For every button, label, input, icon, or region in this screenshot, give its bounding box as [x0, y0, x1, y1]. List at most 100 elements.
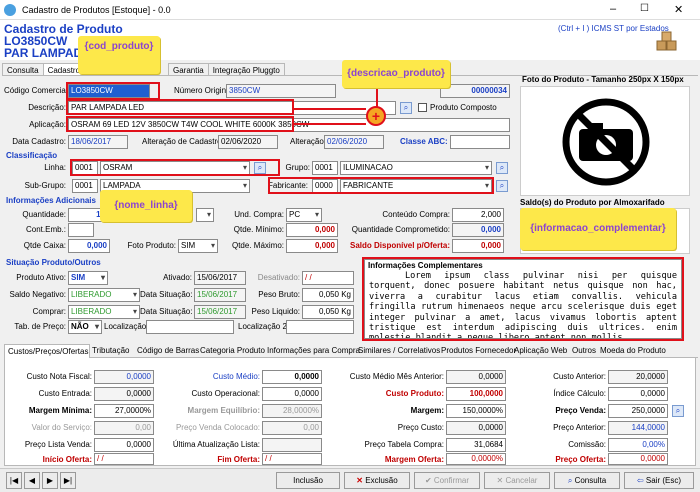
- qmax-label: Qtde. Máximo:: [231, 241, 284, 250]
- data-sit1-label: Data Situação:: [140, 290, 193, 299]
- custo-nota-field[interactable]: 0,0000: [94, 370, 154, 384]
- fim-oferta-field[interactable]: / /: [262, 453, 322, 465]
- inclusao-button[interactable]: Inclusão: [276, 472, 340, 489]
- composto-label: Produto Composto: [430, 103, 497, 112]
- und-compra-select[interactable]: PC: [286, 208, 322, 222]
- tab-moeda[interactable]: Moeda do Produto: [600, 346, 666, 355]
- localizacao-field[interactable]: [146, 320, 234, 334]
- check-icon: ✔: [424, 476, 434, 485]
- comissao-label: Comissão:: [568, 440, 606, 449]
- conteudo-compra-field[interactable]: 2,000: [452, 208, 504, 222]
- data-situacao2-field[interactable]: 15/06/2017: [194, 305, 246, 319]
- custo-operacional-field[interactable]: 0,0000: [262, 387, 322, 401]
- delete-icon: ✕: [356, 476, 366, 485]
- custo-medio-field[interactable]: 0,0000: [262, 370, 322, 384]
- photo-frame[interactable]: [520, 86, 690, 196]
- margem-minima-field[interactable]: 27,0000%: [94, 404, 154, 418]
- valor-servico-field[interactable]: 0,00: [94, 421, 154, 435]
- comissao-field[interactable]: 0,00%: [608, 438, 668, 452]
- custo-entrada-field[interactable]: 0,0000: [94, 387, 154, 401]
- classe-abc-field[interactable]: [450, 135, 510, 149]
- search-icon[interactable]: ⌕: [672, 405, 684, 417]
- tab-custos-precos[interactable]: Custos/Preços/Ofertas: [4, 344, 90, 358]
- nav-prev-button[interactable]: ◀: [24, 472, 40, 489]
- alteracao-field[interactable]: 02/06/2020: [324, 135, 384, 149]
- foto-label: Foto Produto:: [127, 241, 176, 250]
- highlight-aplicacao: [66, 116, 294, 132]
- exclusao-button[interactable]: ✕ Exclusão: [344, 472, 410, 489]
- boxes-icon: [656, 30, 678, 52]
- preco-oferta-field[interactable]: 0,0000: [608, 453, 668, 465]
- data-cadastro-field[interactable]: 18/06/2017: [68, 135, 128, 149]
- title-bar: Cadastro de Produtos [Estoque] - 0.0 – ☐…: [0, 0, 700, 20]
- tab-categoria[interactable]: Categoria Produto: [200, 346, 265, 355]
- num-original-field[interactable]: 3850CW: [226, 84, 336, 98]
- highlight-descricao: [66, 99, 294, 115]
- ativo-label: Produto Ativo:: [16, 273, 66, 282]
- search-icon: ⌕: [567, 476, 575, 485]
- sair-button[interactable]: ⇦ Sair (Esc): [624, 472, 694, 489]
- margem-oferta-label: Margem Oferta:: [384, 455, 444, 464]
- linha-label: Linha:: [44, 163, 66, 172]
- tab-preco-select[interactable]: NÃO: [68, 320, 102, 334]
- saldo-title: Saldo(s) do Produto por Almoxarifado: [520, 198, 665, 207]
- ativado-field[interactable]: 15/06/2017: [194, 271, 246, 285]
- grupo-name-field[interactable]: ILUMINACAO: [340, 161, 492, 175]
- alt-cadastro-field[interactable]: 02/06/2020: [218, 135, 278, 149]
- nav-first-button[interactable]: |◀: [6, 472, 22, 489]
- peso-bruto-field[interactable]: 0,050 Kg: [302, 288, 354, 302]
- minimize-icon[interactable]: –: [610, 3, 616, 15]
- entrada-label: Custo Entrada:: [38, 389, 92, 398]
- tab-outros[interactable]: Outros: [572, 346, 596, 355]
- qtde-caixa-field[interactable]: 0,000: [68, 239, 110, 253]
- preco-venda-colocado-field: 0,00: [262, 421, 322, 435]
- peso-liquido-field[interactable]: 0,050 Kg: [302, 305, 354, 319]
- tab-aplicacao-web[interactable]: Aplicação Web: [514, 346, 567, 355]
- comprometido-label: Quantidade Comprometido:: [351, 225, 450, 234]
- callout-informacao-complementar: {informacao_complementar}: [520, 208, 676, 250]
- tab-tributacao[interactable]: Tributação: [92, 346, 130, 355]
- cont-emb-field[interactable]: [68, 223, 94, 237]
- search-icon[interactable]: ⌕: [496, 162, 508, 174]
- data-situacao1-field[interactable]: 15/06/2017: [194, 288, 246, 302]
- grupo-code-field[interactable]: 0001: [312, 161, 338, 175]
- margem-label: Margem:: [410, 406, 444, 415]
- quantidade-select[interactable]: [196, 208, 214, 222]
- tab-info-compra[interactable]: Informações para Compra: [267, 346, 360, 355]
- qtde-maximo-field[interactable]: 0,000: [286, 239, 338, 253]
- tab-fornecedor[interactable]: Produtos Fornecedor: [441, 346, 516, 355]
- comprar-select[interactable]: LIBERADO: [68, 305, 140, 319]
- margem-oferta-field[interactable]: 0,0000%: [446, 453, 506, 465]
- anterior-label: Custo Anterior:: [553, 372, 606, 381]
- margem-field[interactable]: 150,0000%: [446, 404, 506, 418]
- indice-calculo-field[interactable]: 0,0000: [608, 387, 668, 401]
- foto-produto-select[interactable]: SIM: [178, 239, 218, 253]
- search-icon[interactable]: ⌕: [400, 102, 412, 114]
- localizacao2-field[interactable]: [286, 320, 354, 334]
- search-icon[interactable]: ⌕: [496, 180, 508, 192]
- confirmar-button[interactable]: ✔ Confirmar: [414, 472, 480, 489]
- close-icon[interactable]: ✕: [674, 3, 683, 16]
- cont-label: Cont.Emb.:: [25, 225, 66, 234]
- lista-venda-label: Preço Lista Venda:: [24, 440, 92, 449]
- desativado-field[interactable]: / /: [302, 271, 354, 285]
- produto-ativo-select[interactable]: SIM: [68, 271, 108, 285]
- maximize-icon[interactable]: ☐: [640, 3, 649, 14]
- tabela-compra-field[interactable]: 31,0684: [446, 438, 506, 452]
- nav-last-button[interactable]: ▶|: [60, 472, 76, 489]
- saldo-negativo-select[interactable]: LIBERADO: [68, 288, 140, 302]
- lista-venda-field[interactable]: 0,0000: [94, 438, 154, 452]
- tab-similares[interactable]: Similares / Correlativos: [358, 346, 440, 355]
- subgrupo-code-field[interactable]: 0001: [72, 179, 98, 193]
- cancelar-button[interactable]: ✕ Cancelar: [484, 472, 550, 489]
- preco-venda-field[interactable]: 250,0000: [608, 404, 668, 418]
- nav-next-button[interactable]: ▶: [42, 472, 58, 489]
- consulta-button[interactable]: ⌕ Consulta: [554, 472, 620, 489]
- inicio-oferta-field[interactable]: / /: [94, 453, 154, 465]
- custo-produto-field[interactable]: 100,0000: [446, 387, 506, 401]
- tab-codigo-barras[interactable]: Código de Barras: [137, 346, 199, 355]
- composto-checkbox[interactable]: [418, 103, 427, 112]
- preco-venda-col-label: Preço Venda Colocado:: [175, 423, 260, 432]
- tab-preco-label: Tab. de Preço:: [14, 322, 66, 331]
- qtde-minimo-field[interactable]: 0,000: [286, 223, 338, 237]
